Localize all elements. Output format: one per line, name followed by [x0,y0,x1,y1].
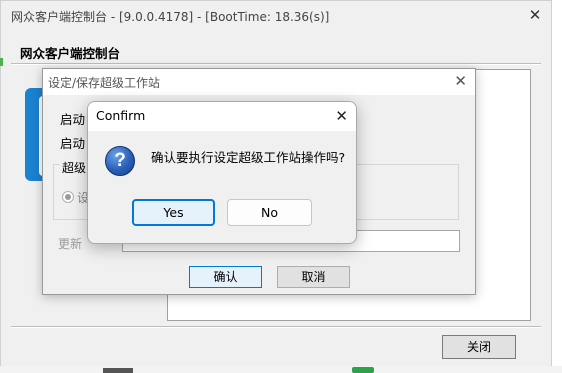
cancel-button[interactable]: 取消 [277,266,350,288]
main-header-title: 网众客户端控制台 [20,46,121,61]
close-icon[interactable]: ✕ [335,107,348,125]
startup-label-1: 启动 [60,112,86,127]
confirm-dialog: Confirm ✕ ? 确认要执行设定超级工作站操作吗? Yes No [87,101,357,244]
group-title: 超级 [60,159,89,176]
background-strip [0,366,562,373]
confirm-title: Confirm [96,108,146,123]
question-icon: ? [105,146,135,176]
setting-radio[interactable] [62,191,74,203]
update-label: 更新 [58,237,83,251]
background-edge-marker [0,58,3,66]
close-button[interactable]: 关闭 [442,335,516,359]
header-divider [11,63,541,65]
background-app-icon [103,368,133,373]
confirm-titlebar: Confirm ✕ [88,102,356,131]
bottom-divider [11,326,541,328]
ok-button[interactable]: 确认 [189,266,262,288]
yes-button[interactable]: Yes [132,199,215,226]
dialog-titlebar: 设定/保存超级工作站 ✕ [43,69,475,95]
confirm-message: 确认要执行设定超级工作站操作吗? [151,150,346,165]
main-titlebar: 网众客户端控制台 - [9.0.0.4178] - [BootTime: 18.… [1,1,551,31]
close-icon[interactable]: ✕ [454,72,467,90]
main-window-title: 网众客户端控制台 - [9.0.0.4178] - [BootTime: 18.… [11,10,330,24]
close-icon[interactable]: ✕ [527,7,543,23]
no-button[interactable]: No [227,199,312,226]
dialog-title: 设定/保存超级工作站 [48,76,161,90]
startup-label-2: 启动 [60,136,86,151]
background-app-icon-green [352,367,374,373]
